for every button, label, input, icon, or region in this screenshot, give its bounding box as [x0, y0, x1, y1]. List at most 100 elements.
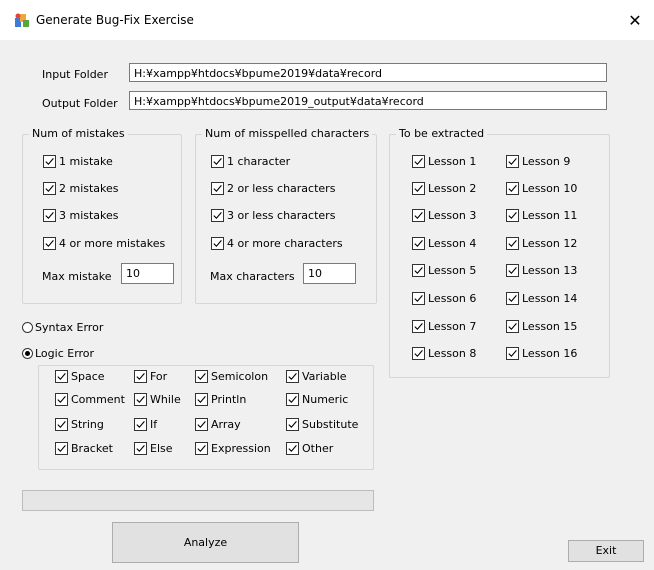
lesson-checkbox-15-label: Lesson 15 — [522, 320, 578, 333]
checkmark-icon — [211, 155, 224, 168]
lesson-checkbox-12[interactable]: Lesson 12 — [506, 237, 577, 250]
checkmark-icon — [211, 237, 224, 250]
logic-option-semicolon[interactable]: Semicolon — [195, 370, 268, 383]
misspelled-option-1-label: 1 character — [227, 155, 291, 168]
input-folder-field[interactable]: H:¥xampp¥htdocs¥bpume2019¥data¥record — [129, 63, 607, 82]
mistake-option-3-label: 3 mistakes — [59, 209, 119, 222]
lesson-checkbox-11[interactable]: Lesson 11 — [506, 209, 577, 222]
mistake-option-4[interactable]: 4 or more mistakes — [43, 237, 165, 250]
lesson-checkbox-5-label: Lesson 5 — [428, 264, 477, 277]
checkmark-icon — [412, 347, 425, 360]
lesson-checkbox-3-label: Lesson 3 — [428, 209, 477, 222]
checkmark-icon — [134, 442, 147, 455]
lesson-checkbox-2[interactable]: Lesson 2 — [412, 182, 476, 195]
checkmark-icon — [195, 442, 208, 455]
extract-group-title: To be extracted — [396, 127, 488, 140]
checkmark-icon — [286, 442, 299, 455]
lesson-checkbox-3[interactable]: Lesson 3 — [412, 209, 476, 222]
checkmark-icon — [506, 264, 519, 277]
checkmark-icon — [55, 370, 68, 383]
checkmark-icon — [412, 264, 425, 277]
logic-option-comment[interactable]: Comment — [55, 393, 125, 406]
lesson-checkbox-15[interactable]: Lesson 15 — [506, 320, 577, 333]
analyze-button[interactable]: Analyze — [112, 522, 299, 563]
lesson-checkbox-7-label: Lesson 7 — [428, 320, 477, 333]
checkmark-icon — [134, 393, 147, 406]
syntax-error-radio[interactable]: Syntax Error — [22, 321, 103, 334]
misspelled-option-2-label: 2 or less characters — [227, 182, 336, 195]
logic-option-space[interactable]: Space — [55, 370, 105, 383]
misspelled-group-title: Num of misspelled characters — [202, 127, 373, 140]
mistake-option-2[interactable]: 2 mistakes — [43, 182, 119, 195]
lesson-checkbox-4[interactable]: Lesson 4 — [412, 237, 476, 250]
checkmark-icon — [43, 182, 56, 195]
mistake-option-1-label: 1 mistake — [59, 155, 113, 168]
lesson-checkbox-6-label: Lesson 6 — [428, 292, 477, 305]
logic-option-println-label: Println — [211, 393, 247, 406]
mistake-option-1[interactable]: 1 mistake — [43, 155, 113, 168]
mistake-option-2-label: 2 mistakes — [59, 182, 119, 195]
logic-option-variable[interactable]: Variable — [286, 370, 347, 383]
lesson-checkbox-13-label: Lesson 13 — [522, 264, 578, 277]
checkmark-icon — [506, 292, 519, 305]
lesson-checkbox-7[interactable]: Lesson 7 — [412, 320, 476, 333]
exit-button[interactable]: Exit — [568, 540, 644, 562]
lesson-checkbox-12-label: Lesson 12 — [522, 237, 578, 250]
checkmark-icon — [412, 155, 425, 168]
logic-option-expression[interactable]: Expression — [195, 442, 271, 455]
checkmark-icon — [412, 182, 425, 195]
logic-option-for[interactable]: For — [134, 370, 167, 383]
logic-option-numeric[interactable]: Numeric — [286, 393, 348, 406]
lesson-checkbox-14[interactable]: Lesson 14 — [506, 292, 577, 305]
logic-option-println[interactable]: Println — [195, 393, 246, 406]
checkmark-icon — [195, 418, 208, 431]
mistake-option-4-label: 4 or more mistakes — [59, 237, 166, 250]
max-characters-input[interactable]: 10 — [303, 263, 356, 284]
misspelled-option-2[interactable]: 2 or less characters — [211, 182, 335, 195]
mistakes-group-title: Num of mistakes — [29, 127, 128, 140]
output-folder-field[interactable]: H:¥xampp¥htdocs¥bpume2019_output¥data¥re… — [129, 91, 607, 110]
lesson-checkbox-13[interactable]: Lesson 13 — [506, 264, 577, 277]
logic-option-substitute-label: Substitute — [302, 418, 359, 431]
logic-error-radio[interactable]: Logic Error — [22, 347, 94, 360]
checkmark-icon — [55, 418, 68, 431]
checkmark-icon — [506, 182, 519, 195]
checkmark-icon — [506, 347, 519, 360]
checkmark-icon — [506, 155, 519, 168]
checkmark-icon — [134, 370, 147, 383]
checkmark-icon — [286, 393, 299, 406]
lesson-checkbox-10[interactable]: Lesson 10 — [506, 182, 577, 195]
logic-option-else[interactable]: Else — [134, 442, 173, 455]
logic-option-semicolon-label: Semicolon — [211, 370, 269, 383]
lesson-checkbox-16[interactable]: Lesson 16 — [506, 347, 577, 360]
logic-option-array[interactable]: Array — [195, 418, 241, 431]
lesson-checkbox-6[interactable]: Lesson 6 — [412, 292, 476, 305]
lesson-checkbox-1[interactable]: Lesson 1 — [412, 155, 476, 168]
close-icon[interactable]: ✕ — [618, 6, 652, 36]
logic-option-while-label: While — [150, 393, 181, 406]
logic-option-string[interactable]: String — [55, 418, 104, 431]
logic-option-substitute[interactable]: Substitute — [286, 418, 358, 431]
logic-option-if[interactable]: If — [134, 418, 157, 431]
app-window: Generate Bug-Fix Exercise ✕ Input Folder… — [0, 0, 654, 570]
misspelled-option-3-label: 3 or less characters — [227, 209, 336, 222]
misspelled-option-1[interactable]: 1 character — [211, 155, 290, 168]
misspelled-option-3[interactable]: 3 or less characters — [211, 209, 335, 222]
checkmark-icon — [134, 418, 147, 431]
logic-option-numeric-label: Numeric — [302, 393, 349, 406]
lesson-checkbox-5[interactable]: Lesson 5 — [412, 264, 476, 277]
mistake-option-3[interactable]: 3 mistakes — [43, 209, 119, 222]
lesson-checkbox-8[interactable]: Lesson 8 — [412, 347, 476, 360]
lesson-checkbox-9[interactable]: Lesson 9 — [506, 155, 570, 168]
logic-option-space-label: Space — [71, 370, 105, 383]
max-mistake-label: Max mistake — [42, 270, 112, 283]
max-mistake-input[interactable]: 10 — [121, 263, 174, 284]
misspelled-option-4[interactable]: 4 or more characters — [211, 237, 343, 250]
logic-option-bracket[interactable]: Bracket — [55, 442, 113, 455]
logic-option-other[interactable]: Other — [286, 442, 333, 455]
checkmark-icon — [43, 237, 56, 250]
lesson-checkbox-14-label: Lesson 14 — [522, 292, 578, 305]
lesson-checkbox-1-label: Lesson 1 — [428, 155, 477, 168]
logic-option-string-label: String — [71, 418, 104, 431]
logic-option-while[interactable]: While — [134, 393, 181, 406]
